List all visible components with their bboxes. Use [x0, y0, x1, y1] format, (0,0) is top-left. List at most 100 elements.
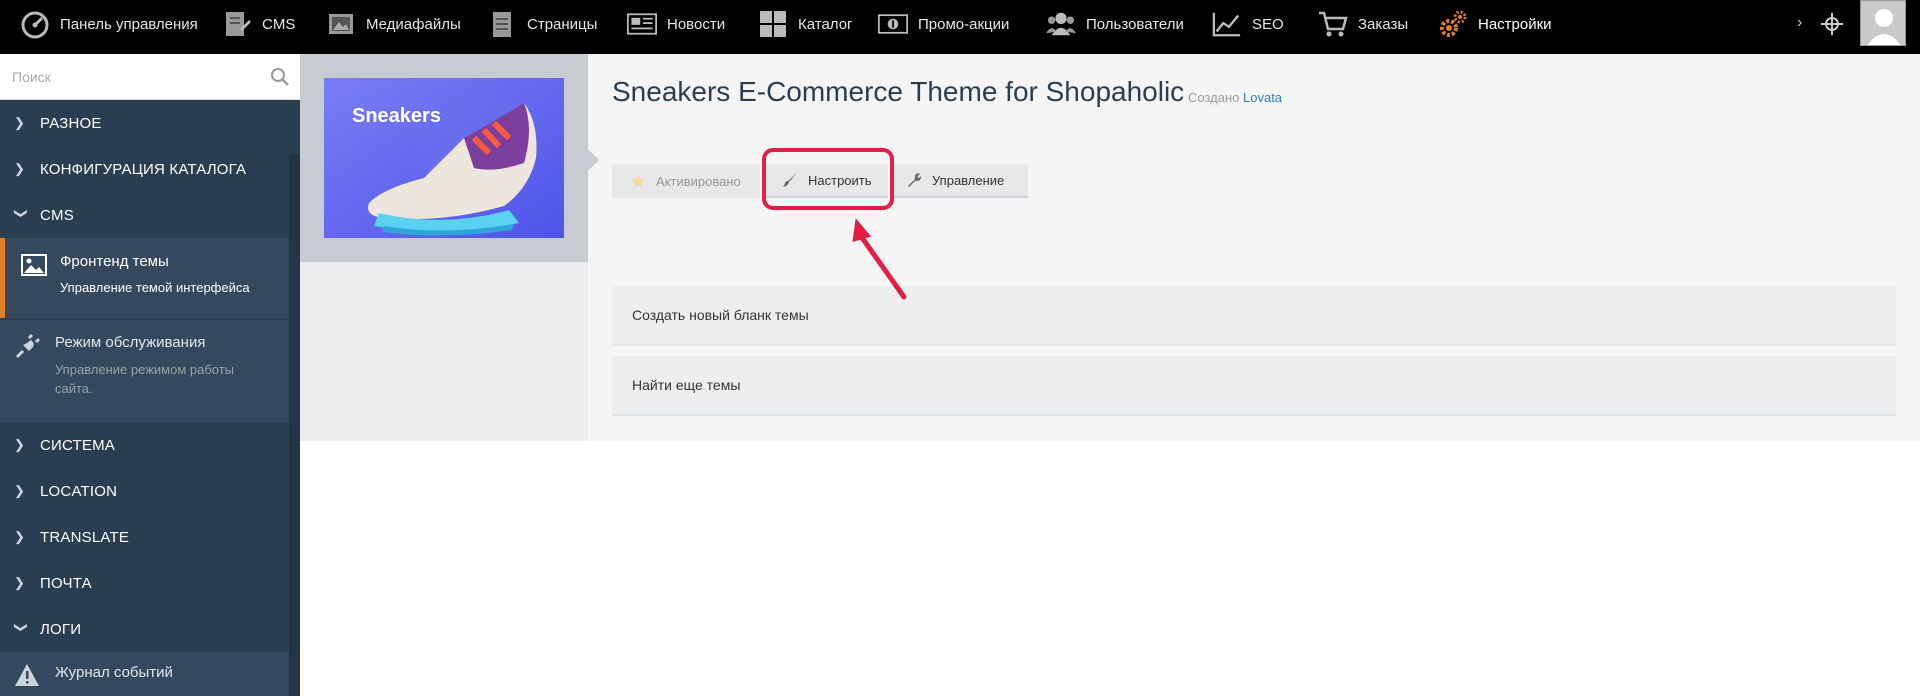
nav-label: Медиафайлы [366, 15, 461, 33]
settings-gears-icon [1438, 9, 1468, 39]
sidebar-item-title: Режим обслуживания [55, 334, 206, 351]
thumbnail-frame: Sneakers [300, 54, 588, 262]
nav-item-media[interactable]: Медиафайлы [326, 0, 461, 48]
theme-author-line: Создано Lovata [1188, 90, 1282, 105]
sidebar-search [0, 54, 300, 100]
media-icon [326, 9, 356, 39]
more-nav-arrow[interactable]: › [1797, 14, 1802, 32]
sidebar-scrollbar[interactable] [289, 154, 300, 696]
thumbnail-text: Sneakers [352, 105, 441, 127]
nav-item-orders[interactable]: Заказы [1318, 0, 1408, 48]
nav-label: Промо-акции [918, 15, 1010, 33]
sidebar-section-mail[interactable]: ❯ ПОЧТА [0, 560, 289, 606]
sidebar-item-maintenance[interactable]: Режим обслуживания Управление режимом ра… [0, 320, 289, 422]
nav-item-users[interactable]: Пользователи [1046, 0, 1184, 48]
button-label: Управление [932, 172, 1005, 188]
chevron-right-icon: ❯ [14, 161, 26, 176]
pages-icon [487, 9, 517, 39]
wrench-icon [908, 173, 922, 187]
chevron-down-icon: ❯ [14, 208, 29, 220]
top-navigation-bar: Панель управления CMS Медиафайлы Страниц… [0, 0, 1920, 54]
annotation-highlight-box [762, 148, 894, 210]
nav-item-promo[interactable]: Промо-акции [878, 0, 1009, 48]
section-label: TRANSLATE [40, 528, 130, 546]
nav-item-settings[interactable]: Настройки [1438, 0, 1552, 48]
chevron-right-icon: ❯ [14, 437, 26, 452]
dashboard-icon [20, 9, 50, 39]
picture-icon [21, 254, 47, 276]
nav-item-pages[interactable]: Страницы [487, 0, 597, 48]
sidebar-section-misc[interactable]: ❯ РАЗНОЕ [0, 100, 289, 146]
nav-item-dashboard[interactable]: Панель управления [20, 0, 198, 48]
nav-item-cms[interactable]: CMS [222, 0, 295, 48]
sidebar-section-logs[interactable]: ❯ ЛОГИ [0, 606, 289, 652]
plug-icon [15, 334, 40, 359]
star-icon [631, 174, 645, 188]
sidebar-section-location[interactable]: ❯ LOCATION [0, 468, 289, 514]
chevron-right-icon: ❯ [14, 483, 26, 498]
move-icon[interactable] [1820, 12, 1844, 36]
author-link[interactable]: Lovata [1243, 90, 1282, 105]
cart-icon [1318, 9, 1348, 39]
nav-label: SEO [1252, 15, 1284, 33]
activated-status-button: Активировано [612, 164, 760, 198]
chevron-right-icon: ❯ [14, 115, 26, 130]
section-label: LOCATION [40, 482, 118, 500]
avatar[interactable] [1860, 0, 1906, 46]
nav-item-news[interactable]: Новости [627, 0, 725, 48]
sidebar-item-desc: Управление темой интерфейса [60, 280, 250, 295]
chevron-right-icon: ❯ [14, 575, 26, 590]
promo-icon [878, 9, 908, 39]
thumbnail-pointer [588, 149, 599, 171]
sidebar-section-system[interactable]: ❯ СИСТЕМА [0, 422, 289, 468]
cms-icon [222, 9, 252, 39]
users-icon [1046, 9, 1076, 39]
sidebar-item-desc: Управление режимом работы сайта. [55, 362, 235, 396]
nav-label: Панель управления [60, 15, 198, 33]
sidebar-item-event-log[interactable]: Журнал событий [0, 652, 289, 696]
create-blank-theme-button[interactable]: Создать новый бланк темы [612, 286, 1896, 346]
nav-label: CMS [262, 15, 296, 33]
seo-icon [1212, 9, 1242, 39]
chevron-down-icon: ❯ [14, 622, 29, 634]
chevron-right-icon: ❯ [14, 529, 26, 544]
thumbnail-column: Sneakers [300, 54, 588, 441]
catalog-icon [758, 9, 788, 39]
main-content: Sneakers Sneakers E-Commerce Theme for S… [300, 54, 1920, 696]
annotation-arrow-icon [852, 218, 907, 300]
section-label: РАЗНОЕ [40, 114, 102, 132]
action-label: Найти еще темы [632, 377, 741, 393]
theme-panel: Sneakers Sneakers E-Commerce Theme for S… [300, 54, 1920, 441]
sidebar-section-catalog-config[interactable]: ❯ КОНФИГУРАЦИЯ КАТАЛОГА [0, 146, 289, 192]
theme-title: Sneakers E-Commerce Theme for Shopaholic [612, 76, 1185, 107]
find-more-themes-button[interactable]: Найти еще темы [612, 356, 1896, 416]
sidebar-item-frontend-themes[interactable]: Фронтенд темы Управление темой интерфейс… [0, 238, 289, 318]
nav-item-seo[interactable]: SEO [1212, 0, 1284, 48]
warning-icon [15, 664, 39, 686]
manage-button[interactable]: Управление [890, 164, 1028, 198]
author-prefix: Создано [1188, 90, 1240, 105]
nav-label: Страницы [527, 15, 598, 33]
nav-label: Настройки [1478, 15, 1552, 33]
button-label: Активировано [656, 173, 741, 189]
news-icon [627, 9, 657, 39]
search-input[interactable] [0, 54, 260, 100]
nav-label: Пользователи [1086, 15, 1184, 33]
sidebar-section-cms[interactable]: ❯ CMS [0, 192, 289, 238]
section-label: ПОЧТА [40, 574, 92, 592]
sidebar-item-title: Фронтенд темы [60, 253, 169, 270]
sidebar-section-translate[interactable]: ❯ TRANSLATE [0, 514, 289, 560]
nav-label: Каталог [798, 15, 853, 33]
section-label: СИСТЕМА [40, 436, 116, 454]
section-label: CMS [40, 206, 74, 224]
nav-label: Заказы [1358, 15, 1409, 33]
search-icon[interactable] [270, 67, 290, 87]
sidebar-item-title: Журнал событий [55, 664, 173, 681]
sidebar: ❯ РАЗНОЕ ❯ КОНФИГУРАЦИЯ КАТАЛОГА ❯ CMS Ф… [0, 54, 300, 696]
theme-thumbnail[interactable]: Sneakers [324, 78, 564, 238]
section-label: ЛОГИ [40, 620, 82, 638]
nav-item-catalog[interactable]: Каталог [758, 0, 853, 48]
action-label: Создать новый бланк темы [632, 307, 809, 323]
nav-label: Новости [667, 15, 726, 33]
section-label: КОНФИГУРАЦИЯ КАТАЛОГА [40, 160, 247, 178]
